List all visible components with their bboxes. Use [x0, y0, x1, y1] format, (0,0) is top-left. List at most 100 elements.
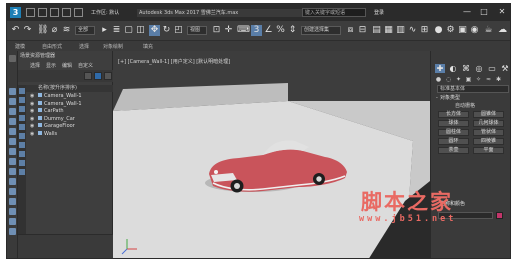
select-object-icon[interactable]: ▸ [99, 25, 110, 36]
bind-spacewarp-icon[interactable]: ≋ [61, 25, 72, 36]
link-icon[interactable]: ⛓ [37, 25, 48, 36]
create-tab-icon[interactable]: ✚ [435, 64, 445, 73]
utilities-tab-icon[interactable]: ⚒ [500, 64, 510, 73]
list-item[interactable]: ◉ Camera_Wall-1 [26, 93, 113, 101]
cameras-category-icon[interactable]: ▣ [465, 76, 472, 83]
list-item[interactable]: ◉ Walls [26, 130, 113, 139]
display-helpers-icon[interactable] [19, 151, 25, 157]
snaps-toggle-icon[interactable]: 3 [251, 25, 262, 36]
render-icon[interactable]: ☕ [483, 25, 494, 36]
visibility-eye-icon[interactable]: ◉ [30, 131, 35, 137]
rendered-frame-icon[interactable]: ▣ [457, 25, 468, 36]
auto-grid-checkbox[interactable]: 自动栅格 [455, 102, 475, 109]
display-filter-icon[interactable] [9, 138, 16, 145]
display-invert-icon[interactable] [19, 106, 25, 112]
sign-in-button[interactable]: 登录 [374, 9, 414, 17]
geosphere-button[interactable]: 几何球体 [473, 120, 504, 127]
mirror-icon[interactable]: ⧈ [345, 25, 356, 36]
object-color-swatch[interactable] [496, 212, 503, 219]
visibility-eye-icon[interactable]: ◉ [30, 101, 35, 107]
camera-viewport[interactable]: [+] [Camera_Wall-1] [用户定义] [默认明暗处理] [113, 51, 430, 258]
display-cameras-icon[interactable] [19, 142, 25, 148]
spacewarps-category-icon[interactable]: ≈ [485, 76, 492, 83]
viewport-label[interactable]: [+] [Camera_Wall-1] [用户定义] [默认明暗处理] [118, 58, 230, 65]
display-filter-icon[interactable] [9, 168, 16, 175]
list-item[interactable]: ◉ GarageFloor [26, 123, 113, 131]
filter-icon[interactable] [84, 72, 92, 80]
manipulate-icon[interactable]: ✛ [223, 25, 234, 36]
named-selection-dropdown[interactable]: 创建选择集 [301, 26, 341, 35]
close-button[interactable]: ✕ [495, 6, 509, 18]
display-none-icon[interactable] [19, 88, 25, 94]
redo-icon[interactable] [74, 8, 83, 17]
explorer-menu-display[interactable]: 显示 [46, 62, 56, 69]
visibility-eye-icon[interactable]: ◉ [30, 124, 35, 129]
strip-tool-icon[interactable] [9, 55, 16, 62]
render-setup-icon[interactable]: ⚙ [445, 25, 456, 36]
window-crossing-icon[interactable]: ◫ [135, 25, 146, 36]
angle-snap-icon[interactable]: ∠ [263, 25, 274, 36]
save-file-icon[interactable] [50, 8, 59, 17]
unlink-icon[interactable]: ⌀ [49, 25, 60, 36]
explorer-column-header[interactable]: 名称(按升序排序) [26, 85, 113, 92]
material-editor-icon[interactable]: ● [433, 25, 444, 36]
curve-editor-icon[interactable]: ∿ [407, 25, 418, 36]
explorer-menu-edit[interactable]: 编辑 [62, 62, 72, 69]
display-filter-icon[interactable] [9, 118, 16, 125]
display-filter-icon[interactable] [9, 178, 16, 185]
tab-object-paint[interactable]: 对象绘制 [103, 43, 123, 50]
reference-coordinate-dropdown[interactable]: 视图 [187, 26, 207, 35]
region-select-icon[interactable]: ▢ [123, 25, 134, 36]
explorer-menu-customize[interactable]: 自定义 [78, 62, 93, 69]
box-button[interactable]: 长方体 [438, 111, 469, 118]
display-filter-icon[interactable] [9, 218, 16, 225]
display-filter-icon[interactable] [9, 128, 16, 135]
undo-icon[interactable] [62, 8, 71, 17]
list-item[interactable]: ◉ CarPath [26, 108, 113, 116]
search-input[interactable]: 键入关键字或短语 [302, 8, 366, 17]
cylinder-button[interactable]: 圆柱体 [438, 129, 469, 136]
explorer-options-icon[interactable] [104, 72, 112, 80]
display-lights-icon[interactable] [19, 133, 25, 139]
spinner-snap-icon[interactable]: ⇕ [287, 25, 298, 36]
tab-freeform[interactable]: 自由形式 [42, 43, 62, 50]
shapes-category-icon[interactable]: ◌ [445, 76, 452, 83]
open-file-icon[interactable] [38, 8, 47, 17]
object-type-dropdown[interactable]: 标准基本体 [437, 85, 509, 93]
display-all-icon[interactable] [19, 97, 25, 103]
display-filter-icon[interactable] [9, 228, 16, 235]
display-filter-icon[interactable] [9, 98, 16, 105]
cone-button[interactable]: 圆锥体 [473, 111, 504, 118]
display-shapes-icon[interactable] [19, 124, 25, 130]
display-filter-icon[interactable] [9, 88, 16, 95]
display-groups-icon[interactable] [19, 169, 25, 175]
visibility-eye-icon[interactable]: ◉ [30, 116, 35, 122]
tab-selection[interactable]: 选择 [79, 43, 89, 50]
maximize-button[interactable]: □ [477, 6, 491, 18]
modify-tab-icon[interactable]: ◐ [448, 64, 458, 73]
undo-tool-icon[interactable]: ↶ [10, 25, 21, 36]
display-filter-icon[interactable] [9, 188, 16, 195]
sphere-button[interactable]: 球体 [438, 120, 469, 127]
tube-button[interactable]: 管状体 [473, 129, 504, 136]
tab-modeling[interactable]: 建模 [15, 43, 25, 50]
hierarchy-tab-icon[interactable]: ⌘ [461, 64, 471, 73]
filter-active-icon[interactable] [94, 72, 102, 80]
lights-category-icon[interactable]: ✦ [455, 76, 462, 83]
select-scale-icon[interactable]: ◰ [173, 25, 184, 36]
torus-button[interactable]: 圆环 [438, 138, 469, 145]
select-by-name-icon[interactable]: ≣ [111, 25, 122, 36]
display-spacewarps-icon[interactable] [19, 160, 25, 166]
minimize-button[interactable]: — [460, 6, 474, 18]
display-filter-icon[interactable] [9, 158, 16, 165]
systems-category-icon[interactable]: ✱ [495, 76, 502, 83]
pivot-center-icon[interactable]: ⊡ [211, 25, 222, 36]
visibility-eye-icon[interactable]: ◉ [30, 94, 35, 99]
a360-render-icon[interactable]: ☁ [497, 25, 508, 36]
visibility-eye-icon[interactable]: ◉ [30, 109, 35, 114]
geometry-category-icon[interactable]: ● [435, 76, 442, 83]
new-file-icon[interactable] [26, 8, 35, 17]
display-filter-icon[interactable] [9, 108, 16, 115]
list-item[interactable]: ◉ Camera_Wall-1 [26, 100, 113, 109]
select-rotate-icon[interactable]: ↻ [161, 25, 172, 36]
